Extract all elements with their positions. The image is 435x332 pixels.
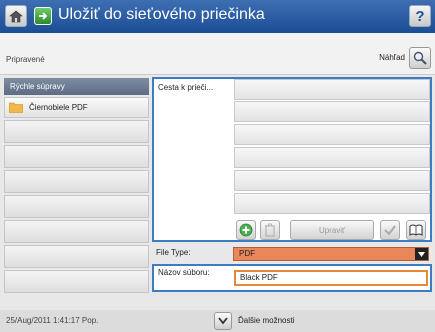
add-icon bbox=[239, 223, 253, 237]
quick-set-empty-slot[interactable] bbox=[4, 220, 149, 243]
title-bar: Uložiť do sieťového priečinka ? bbox=[0, 0, 435, 33]
delete-button[interactable] bbox=[260, 220, 280, 240]
folder-path-row[interactable] bbox=[234, 124, 430, 145]
quick-set-item[interactable]: Čiernobiele PDF bbox=[4, 97, 149, 118]
quick-set-empty-slot[interactable] bbox=[4, 195, 149, 218]
quick-set-label: Čiernobiele PDF bbox=[29, 103, 88, 112]
folder-path-row[interactable] bbox=[234, 101, 430, 122]
quick-set-empty-slot[interactable] bbox=[4, 170, 149, 193]
status-bar: Pripravené Náhľad bbox=[0, 33, 435, 75]
magnifier-icon bbox=[413, 51, 427, 65]
page-title: Uložiť do sieťového priečinka bbox=[58, 6, 265, 23]
folder-path-row[interactable] bbox=[234, 79, 430, 100]
more-options-button[interactable] bbox=[214, 312, 232, 330]
folder-path-label: Cesta k prieči... bbox=[158, 83, 214, 92]
quick-set-empty-slot[interactable] bbox=[4, 145, 149, 168]
folder-path-row[interactable] bbox=[234, 193, 430, 214]
folder-path-row[interactable] bbox=[234, 170, 430, 191]
quick-sets-panel: Rýchle súpravy Čiernobiele PDF bbox=[4, 78, 149, 293]
folder-arrow-icon bbox=[34, 7, 52, 25]
confirm-button[interactable] bbox=[380, 220, 400, 240]
folder-path-row[interactable] bbox=[234, 147, 430, 168]
address-book-button[interactable] bbox=[406, 220, 426, 240]
quick-set-empty-slot[interactable] bbox=[4, 120, 149, 143]
quick-set-empty-slot[interactable] bbox=[4, 270, 149, 293]
file-name-label: Názov súboru: bbox=[158, 268, 210, 277]
chevron-down-icon bbox=[218, 317, 228, 325]
add-button[interactable] bbox=[236, 220, 256, 240]
file-name-input[interactable]: Black PDF bbox=[234, 270, 428, 286]
quick-set-empty-slot[interactable] bbox=[4, 245, 149, 268]
preview-label: Náhľad bbox=[379, 53, 405, 62]
footer-bar: 25/Aug/2011 1:41:17 Pop. Ďalšie možnosti bbox=[0, 310, 435, 332]
edit-button[interactable]: Upraviť bbox=[290, 220, 374, 240]
more-options-label[interactable]: Ďalšie možnosti bbox=[238, 316, 294, 325]
file-type-label: File Type: bbox=[156, 248, 191, 257]
check-icon bbox=[384, 225, 396, 236]
folder-path-box: Cesta k prieči... Upraviť bbox=[152, 77, 432, 242]
chevron-down-icon bbox=[415, 248, 428, 260]
timestamp: 25/Aug/2011 1:41:17 Pop. bbox=[6, 316, 99, 325]
address-book-icon bbox=[409, 224, 423, 236]
home-icon bbox=[9, 10, 23, 22]
file-type-value: PDF bbox=[239, 249, 255, 258]
trash-icon bbox=[265, 223, 275, 237]
help-button[interactable]: ? bbox=[409, 5, 431, 27]
folder-icon bbox=[9, 102, 23, 113]
quick-sets-header: Rýchle súpravy bbox=[4, 78, 149, 95]
status-text: Pripravené bbox=[6, 55, 45, 64]
file-type-select[interactable]: PDF bbox=[233, 247, 429, 261]
preview-button[interactable] bbox=[409, 47, 431, 69]
file-name-box: Názov súboru: Black PDF bbox=[152, 264, 432, 292]
home-button[interactable] bbox=[5, 5, 27, 27]
